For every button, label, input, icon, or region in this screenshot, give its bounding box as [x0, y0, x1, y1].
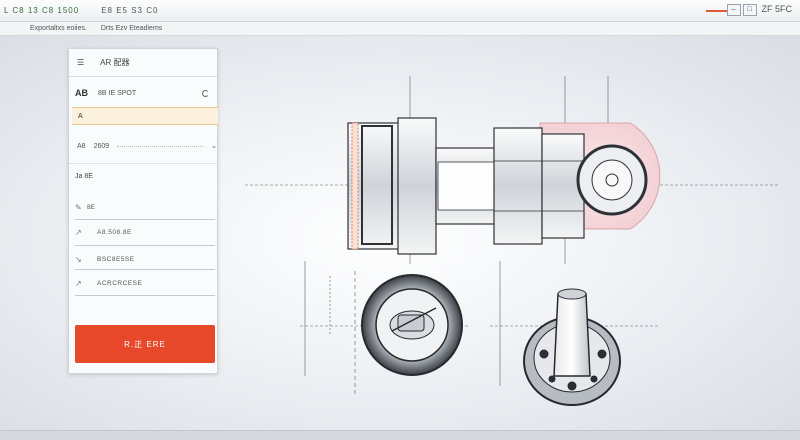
bearing-ring: [361, 274, 463, 376]
title-bar: L C8 13 C8 1500 E8 E5 S3 C0 – □ ZF 5FC: [0, 0, 800, 22]
list-icon[interactable]: ☰: [77, 58, 84, 67]
window-controls: – □ ZF 5FC: [726, 4, 793, 16]
field-value-4: ACRCRCESE: [97, 279, 143, 287]
app-title: L C8 13 C8 1500: [4, 6, 80, 15]
maximize-button[interactable]: □: [742, 4, 757, 16]
field-row-1[interactable]: ✎ 8E: [75, 199, 213, 215]
pencil-icon: ✎: [75, 202, 82, 212]
summary-label: AB: [75, 88, 88, 98]
value-row[interactable]: A8 2609 ⌄: [69, 139, 217, 153]
value-mid: 2609: [93, 142, 110, 150]
menu-item-export[interactable]: Exportaltxs eoiies.: [30, 25, 87, 32]
field-row-3[interactable]: ↘ BSC8E5SE: [75, 251, 213, 267]
summary-text: 8B IE SPOT: [98, 89, 137, 97]
minimize-button[interactable]: –: [726, 4, 741, 16]
field-underline: [75, 269, 215, 270]
primary-action-button[interactable]: R.正 ERE: [75, 325, 215, 363]
field-value-3: BSC8E5SE: [97, 255, 135, 263]
flange-part: [523, 288, 621, 406]
field-row-4[interactable]: ↗ ACRCRCESE: [75, 275, 213, 291]
arrow-icon: ↗: [75, 278, 82, 288]
end-ring: [576, 144, 648, 216]
property-panel: ☰ AR 配器 AB 8B IE SPOT A A8 2609 ⌄ Ja 8E …: [68, 48, 218, 374]
document-title: E8 E5 S3 C0: [101, 6, 159, 15]
panel-header: ☰ AR 配器: [69, 49, 217, 77]
input-label: A: [78, 113, 83, 120]
panel-row-summary: AB 8B IE SPOT: [69, 85, 217, 101]
field-value-2: A8.508.8E: [97, 228, 132, 236]
corner-label: ZF 5FC: [761, 4, 793, 14]
value-leader-line: [117, 145, 204, 147]
field-row-2[interactable]: ↗ A8.508.8E: [75, 224, 213, 240]
field-underline: [75, 295, 215, 296]
menu-bar: Exportaltxs eoiies. Drts Ezv Eteadiems: [0, 22, 800, 36]
chevron-down-icon[interactable]: ⌄: [211, 142, 217, 150]
arrow-icon: ↘: [75, 254, 82, 264]
refresh-icon[interactable]: [202, 89, 209, 97]
shaft-assembly: [347, 117, 585, 255]
section-label: Ja 8E: [75, 173, 93, 180]
menu-item-drts[interactable]: Drts Ezv Eteadiems: [101, 25, 162, 32]
panel-title: AR 配器: [100, 58, 130, 67]
panel-divider: [69, 163, 217, 164]
field-label-1: 8E: [87, 203, 95, 211]
value-left: A8: [77, 142, 86, 150]
status-bar: [0, 430, 800, 440]
field-underline: [75, 245, 215, 246]
highlighted-input-row[interactable]: A: [72, 107, 218, 125]
field-underline: [75, 219, 215, 220]
arrow-icon: ↗: [75, 227, 82, 237]
